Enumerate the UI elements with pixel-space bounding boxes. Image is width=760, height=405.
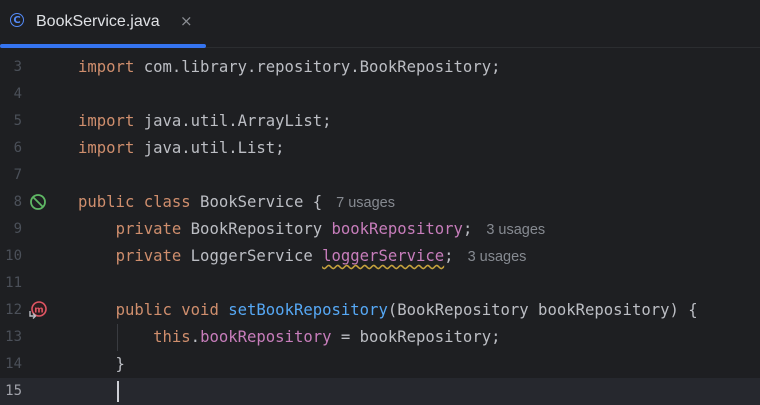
- code-text: this.bookRepository = bookRepository;: [78, 324, 501, 351]
- code-line[interactable]: 4: [0, 81, 760, 108]
- line-number: 4: [13, 86, 22, 102]
- code-token: bookRepository: [200, 328, 332, 346]
- code-token: import: [78, 139, 135, 157]
- code-token: BookService {: [190, 193, 323, 211]
- code-line[interactable]: 8 public class BookService { 7 usages: [0, 189, 760, 216]
- line-number: 8: [13, 194, 22, 210]
- code-token: private: [115, 247, 182, 265]
- tab-bookservice-java[interactable]: C BookService.java ×: [0, 0, 206, 48]
- method-override-icon[interactable]: m: [29, 301, 47, 319]
- line-number: 9: [13, 221, 22, 237]
- line-number: 6: [13, 140, 22, 156]
- line-number: 13: [5, 329, 22, 345]
- code-token: (BookRepository bookRepository) {: [387, 301, 698, 319]
- code-token: import: [78, 112, 135, 130]
- code-token: }: [78, 355, 125, 373]
- code-token: com.library.repository.BookRepository;: [134, 58, 501, 76]
- code-text: import java.util.List;: [78, 135, 285, 162]
- code-token: java.util.ArrayList;: [134, 112, 332, 130]
- text-caret: [117, 381, 119, 402]
- code-token: = bookRepository;: [331, 328, 501, 346]
- code-token: public class: [78, 193, 191, 211]
- code-editor[interactable]: 3 import com.library.repository.BookRepos…: [0, 48, 760, 405]
- code-token: private: [115, 220, 182, 238]
- code-token: bookRepository: [331, 220, 463, 238]
- editor-tab-bar: C BookService.java ×: [0, 0, 760, 48]
- line-number: 15: [5, 383, 22, 399]
- line-number: 3: [13, 59, 22, 75]
- code-token: import: [78, 58, 135, 76]
- code-token: ;: [462, 220, 473, 238]
- code-line[interactable]: 9 private BookRepository bookRepository;…: [0, 216, 760, 243]
- code-text: private BookRepository bookRepository; 3 …: [78, 216, 546, 244]
- code-token: .: [190, 328, 201, 346]
- code-token: this: [153, 328, 191, 346]
- code-line[interactable]: 14 }: [0, 351, 760, 378]
- indent-guide: [117, 324, 118, 351]
- code-line[interactable]: 11: [0, 270, 760, 297]
- code-token: BookRepository: [181, 220, 332, 238]
- usages-hint[interactable]: 7 usages: [336, 195, 395, 211]
- line-number: 12: [5, 302, 22, 318]
- line-number: 7: [13, 167, 22, 183]
- line-number: 10: [5, 248, 22, 264]
- code-token: public void: [115, 301, 219, 319]
- svg-text:m: m: [34, 306, 43, 316]
- code-line[interactable]: 15: [0, 378, 760, 405]
- code-text: private LoggerService loggerService; 3 us…: [78, 243, 527, 271]
- line-number: 14: [5, 356, 22, 372]
- code-token: loggerService: [322, 247, 445, 265]
- code-token: LoggerService: [181, 247, 323, 265]
- java-class-icon: C: [10, 13, 24, 27]
- code-text: }: [78, 351, 125, 378]
- code-text: import java.util.ArrayList;: [78, 108, 332, 135]
- code-text: import com.library.repository.BookReposi…: [78, 54, 501, 81]
- tab-title: BookService.java: [36, 13, 160, 30]
- code-line[interactable]: 12 public void setBookRepository(BookRep…: [0, 297, 760, 324]
- line-number: 11: [5, 275, 22, 291]
- no-run-icon[interactable]: [29, 193, 47, 211]
- usages-hint[interactable]: 3 usages: [486, 222, 545, 238]
- code-line[interactable]: 10 private LoggerService loggerService; 3…: [0, 243, 760, 270]
- usages-hint[interactable]: 3 usages: [468, 249, 527, 265]
- code-line[interactable]: 3 import com.library.repository.BookRepos…: [0, 54, 760, 81]
- code-line[interactable]: 13 this.bookRepository = bookRepository;: [0, 324, 760, 351]
- code-token: ;: [444, 247, 454, 265]
- code-line[interactable]: 5 import java.util.ArrayList;: [0, 108, 760, 135]
- close-icon[interactable]: ×: [180, 12, 193, 30]
- line-number: 5: [13, 113, 22, 129]
- code-line[interactable]: 6 import java.util.List;: [0, 135, 760, 162]
- code-token: java.util.List;: [134, 139, 285, 157]
- code-token: setBookRepository: [228, 301, 388, 319]
- code-text: public void setBookRepository(BookReposi…: [78, 297, 698, 324]
- code-text: public class BookService { 7 usages: [78, 189, 395, 217]
- code-line[interactable]: 7: [0, 162, 760, 189]
